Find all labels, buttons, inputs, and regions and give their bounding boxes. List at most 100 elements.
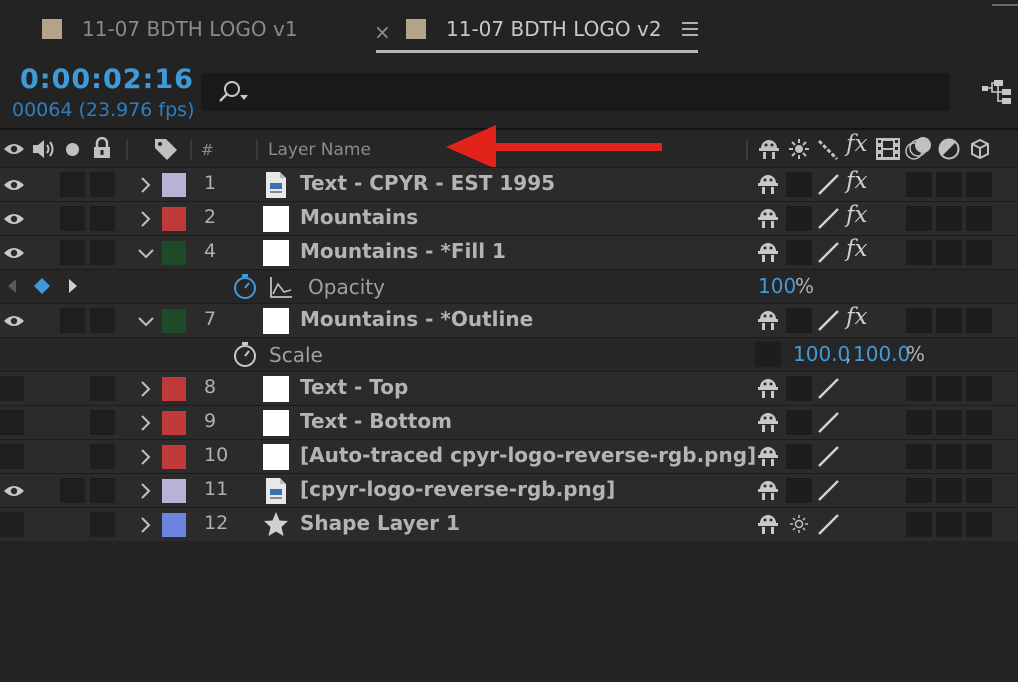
chevron-down-icon[interactable] bbox=[138, 245, 154, 263]
visibility-eye-icon[interactable] bbox=[3, 178, 25, 192]
search-icon[interactable] bbox=[215, 80, 251, 104]
layer-label-color[interactable] bbox=[162, 445, 186, 469]
shy-switch-icon[interactable] bbox=[757, 207, 779, 229]
composition-flowchart-icon[interactable] bbox=[982, 78, 1014, 104]
audio-speaker-icon[interactable] bbox=[32, 138, 56, 160]
solo-toggle[interactable] bbox=[60, 308, 85, 333]
keyframe-diamond-icon[interactable] bbox=[33, 277, 51, 295]
motion-blur-icon[interactable] bbox=[905, 135, 933, 161]
layer-switch[interactable] bbox=[936, 512, 962, 537]
layer-switch[interactable] bbox=[936, 308, 962, 333]
shy-switch-icon[interactable] bbox=[757, 377, 779, 399]
opacity-value[interactable]: 100 bbox=[758, 274, 796, 298]
label-tag-icon[interactable] bbox=[153, 137, 179, 161]
quality-slash-icon[interactable] bbox=[817, 173, 840, 196]
layer-switch[interactable] bbox=[966, 308, 992, 333]
collapse-switch[interactable] bbox=[786, 240, 812, 265]
quality-slash-icon[interactable] bbox=[817, 139, 839, 161]
layer-name[interactable]: [Auto-traced cpyr-logo-reverse-rgb.png] bbox=[300, 443, 756, 467]
collapse-switch[interactable] bbox=[786, 478, 812, 503]
lock-toggle[interactable] bbox=[90, 376, 115, 401]
chevron-right-icon[interactable] bbox=[138, 176, 154, 194]
lock-toggle[interactable] bbox=[90, 478, 115, 503]
shy-switch-icon[interactable] bbox=[757, 479, 779, 501]
visibility-eye-icon[interactable] bbox=[3, 246, 25, 260]
layer-switch[interactable] bbox=[936, 444, 962, 469]
scale-x-value[interactable]: 100.0 bbox=[793, 342, 850, 366]
layer-switch[interactable] bbox=[906, 240, 932, 265]
layer-label-color[interactable] bbox=[162, 513, 186, 537]
quality-slash-icon[interactable] bbox=[817, 513, 840, 536]
scale-link-toggle[interactable] bbox=[755, 342, 781, 367]
quality-slash-icon[interactable] bbox=[817, 207, 840, 230]
chevron-right-icon[interactable] bbox=[138, 210, 154, 228]
quality-slash-icon[interactable] bbox=[817, 241, 840, 264]
previous-keyframe-icon[interactable] bbox=[6, 278, 18, 294]
layer-label-color[interactable] bbox=[162, 207, 186, 231]
quality-slash-icon[interactable] bbox=[817, 411, 840, 434]
layer-name[interactable]: Mountains - *Fill 1 bbox=[300, 239, 506, 263]
quality-slash-icon[interactable] bbox=[817, 445, 840, 468]
layer-label-color[interactable] bbox=[162, 309, 186, 333]
collapse-sun-icon[interactable] bbox=[789, 139, 809, 159]
chevron-right-icon[interactable] bbox=[138, 380, 154, 398]
frame-blending-film-icon[interactable] bbox=[875, 137, 901, 161]
layer-switch[interactable] bbox=[966, 172, 992, 197]
solo-toggle[interactable] bbox=[60, 172, 85, 197]
shy-switch-icon[interactable] bbox=[758, 138, 780, 160]
scale-y-value[interactable]: 100.0 bbox=[853, 342, 910, 366]
layer-switch[interactable] bbox=[906, 376, 932, 401]
layer-switch[interactable] bbox=[966, 478, 992, 503]
current-time-display[interactable]: 0:00:02:16 bbox=[20, 64, 194, 95]
quality-slash-icon[interactable] bbox=[817, 309, 840, 332]
solo-toggle[interactable] bbox=[60, 240, 85, 265]
lock-toggle[interactable] bbox=[90, 240, 115, 265]
layer-name[interactable]: Mountains bbox=[300, 205, 418, 229]
layer-label-color[interactable] bbox=[162, 377, 186, 401]
3d-layer-cube-icon[interactable] bbox=[969, 138, 991, 160]
layer-switch[interactable] bbox=[936, 206, 962, 231]
chevron-down-icon[interactable] bbox=[138, 313, 154, 331]
solo-toggle[interactable] bbox=[60, 478, 85, 503]
graph-editor-icon[interactable] bbox=[269, 276, 293, 298]
layer-switch[interactable] bbox=[966, 444, 992, 469]
layer-switch[interactable] bbox=[906, 478, 932, 503]
column-layer-name-header[interactable]: Layer Name bbox=[268, 140, 371, 160]
visibility-eye-icon[interactable] bbox=[3, 314, 25, 328]
tab-bdth-logo-v1[interactable]: 11-07 BDTH LOGO v1 bbox=[42, 0, 298, 58]
collapse-switch[interactable] bbox=[786, 444, 812, 469]
solo-dot-icon[interactable] bbox=[65, 142, 80, 157]
layer-switch[interactable] bbox=[906, 444, 932, 469]
chevron-right-icon[interactable] bbox=[138, 482, 154, 500]
visibility-toggle[interactable] bbox=[0, 444, 24, 469]
visibility-toggle[interactable] bbox=[0, 376, 24, 401]
layer-switch[interactable] bbox=[936, 410, 962, 435]
lock-toggle[interactable] bbox=[90, 512, 115, 537]
collapse-switch[interactable] bbox=[786, 376, 812, 401]
shy-switch-icon[interactable] bbox=[757, 445, 779, 467]
effects-fx-icon[interactable]: fx bbox=[846, 304, 867, 330]
shy-switch-icon[interactable] bbox=[757, 411, 779, 433]
layer-switch[interactable] bbox=[936, 172, 962, 197]
collapse-switch[interactable] bbox=[786, 308, 812, 333]
layer-switch[interactable] bbox=[936, 240, 962, 265]
next-keyframe-icon[interactable] bbox=[67, 278, 79, 294]
visibility-toggle[interactable] bbox=[0, 410, 24, 435]
visibility-eye-icon[interactable] bbox=[3, 484, 25, 498]
layer-switch[interactable] bbox=[966, 512, 992, 537]
layer-name[interactable]: Text - Top bbox=[300, 375, 408, 399]
layer-switch[interactable] bbox=[966, 410, 992, 435]
layer-label-color[interactable] bbox=[162, 241, 186, 265]
collapse-switch[interactable] bbox=[786, 206, 812, 231]
layer-label-color[interactable] bbox=[162, 479, 186, 503]
shy-switch-icon[interactable] bbox=[757, 309, 779, 331]
layer-name[interactable]: Text - Bottom bbox=[300, 409, 452, 433]
lock-icon[interactable] bbox=[93, 137, 111, 159]
effects-fx-icon[interactable]: fx bbox=[846, 131, 867, 157]
chevron-right-icon[interactable] bbox=[138, 448, 154, 466]
layer-label-color[interactable] bbox=[162, 173, 186, 197]
lock-toggle[interactable] bbox=[90, 308, 115, 333]
shy-switch-icon[interactable] bbox=[757, 241, 779, 263]
layer-switch[interactable] bbox=[936, 376, 962, 401]
lock-toggle[interactable] bbox=[90, 444, 115, 469]
